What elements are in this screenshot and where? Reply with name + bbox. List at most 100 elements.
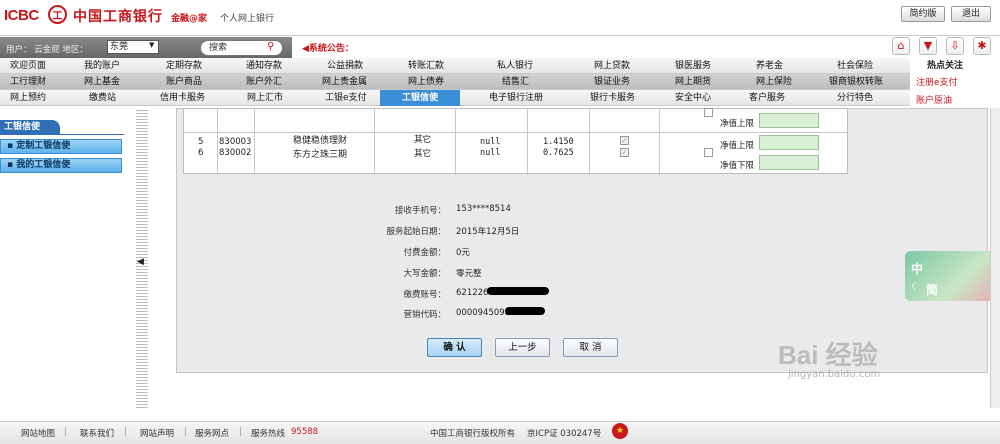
home-icon[interactable]: ⌂ [892, 37, 910, 55]
moon-icon: ☾ [911, 282, 920, 293]
nav-item[interactable]: 转账汇款 [408, 58, 444, 74]
settings-icon[interactable]: ✱ [973, 37, 991, 55]
nav-item[interactable]: 私人银行 [497, 58, 533, 74]
nav-item[interactable]: 公益捐款 [327, 58, 363, 74]
row-type: 其它 [414, 135, 432, 145]
footer-outlets[interactable]: 服务网点 [195, 427, 229, 439]
fee-cn-label: 大写金额： [403, 269, 446, 279]
tab-active[interactable]: 工银信使 [380, 90, 460, 106]
nav-item[interactable]: 银行卡服务 [590, 90, 635, 106]
sidebar-item-custom[interactable]: ▪ 定制工银信使 [0, 139, 122, 154]
nav-item[interactable]: 我的账户 [84, 58, 120, 74]
nav-item[interactable]: 银医服务 [675, 58, 711, 74]
row-price: 0.7625 [543, 148, 574, 158]
start-date-value: 2015年12月5日 [456, 227, 520, 237]
row-checkbox[interactable]: ✓ [620, 136, 629, 145]
nav-item[interactable]: 账户商品 [166, 74, 202, 90]
nav-item[interactable]: 工行理财 [10, 74, 46, 90]
nav-item[interactable]: 社会保险 [837, 58, 873, 74]
download-icon[interactable]: ⇩ [946, 37, 964, 55]
chevron-down-icon: ▼ [149, 41, 155, 49]
cancel-button[interactable]: 取 消 [563, 338, 618, 357]
hot-link-oil[interactable]: 账户原油 [916, 93, 952, 106]
search-icon[interactable]: ⚲ [267, 41, 274, 52]
exit-button[interactable]: 退出 [951, 6, 991, 22]
phone-value: 153****8514 [456, 204, 511, 214]
marketing-label: 营销代码： [403, 310, 446, 320]
hot-link-epay[interactable]: 注册e支付 [916, 75, 958, 88]
row-no: 5 [198, 137, 204, 147]
nav-item[interactable]: 定期存款 [166, 58, 202, 74]
nav-item[interactable]: 结售汇 [502, 74, 529, 90]
divider: | [124, 427, 127, 437]
row-name: 东方之珠三期 [293, 150, 348, 160]
nav-item[interactable]: 网上基金 [84, 74, 120, 90]
icbc-logo: ICBC [4, 7, 39, 24]
nav-item[interactable]: 网上贷款 [594, 58, 630, 74]
lower-input[interactable] [759, 155, 819, 170]
sidebar-item-label: 定制工银信使 [16, 141, 71, 151]
nav-item[interactable]: 欢迎页面 [10, 58, 46, 74]
row-no: 6 [198, 148, 204, 158]
nav-item[interactable]: 网上保险 [756, 74, 792, 90]
lower-checkbox[interactable] [704, 148, 713, 157]
nav-item[interactable]: 养老金 [756, 58, 783, 74]
sidebar-item-label: 我的工银信使 [16, 160, 71, 170]
floating-widget[interactable]: 中 简 ☾ [905, 251, 1000, 301]
nav-item[interactable]: 电子银行注册 [489, 90, 543, 106]
footer-contact[interactable]: 联系我们 [80, 427, 114, 439]
nav-row-1: 欢迎页面 我的账户 定期存款 通知存款 公益捐款 转账汇款 私人银行 网上贷款 … [0, 58, 910, 74]
upper-input[interactable] [759, 135, 819, 150]
police-badge-icon[interactable]: ★ [612, 423, 628, 439]
page-subtitle: 个人网上银行 [220, 14, 275, 24]
footer-hotline: 95588 [291, 427, 319, 437]
widget-zh[interactable]: 中 [911, 260, 923, 277]
nav-item[interactable]: 网上期货 [675, 74, 711, 90]
collapse-arrow-icon[interactable]: ◀ [137, 257, 144, 267]
nav-item[interactable]: 分行特色 [837, 90, 873, 106]
account-label: 缴费账号： [403, 290, 446, 300]
system-announcement[interactable]: ◀系统公告： [302, 41, 354, 54]
nav-item[interactable]: 账户外汇 [246, 74, 282, 90]
fee-value: 0元 [456, 248, 470, 258]
nav-item[interactable]: 网上汇市 [247, 90, 283, 106]
nav-item[interactable]: 网上贵金属 [322, 74, 367, 90]
row-code: 830003 [219, 137, 252, 147]
nav-item[interactable]: 银商银权转账 [829, 74, 883, 90]
divider: | [184, 427, 187, 437]
nav-item[interactable]: 安全中心 [675, 90, 711, 106]
row-value: null [480, 137, 501, 147]
confirm-button[interactable]: 确 认 [427, 338, 482, 357]
footer-statement[interactable]: 网站声明 [140, 427, 174, 439]
upper-checkbox[interactable] [704, 108, 713, 117]
nav-row-3: 网上预约 缴费站 信用卡服务 网上汇市 工银e支付 工银信使 电子银行注册 银行… [0, 90, 910, 106]
nav-item[interactable]: 工银e支付 [325, 90, 367, 106]
nav-item[interactable]: 缴费站 [89, 90, 116, 106]
fee-label: 付费金额： [403, 248, 446, 258]
cart-icon[interactable]: ▼ [919, 37, 937, 55]
nav-item[interactable]: 网上债券 [408, 74, 444, 90]
back-button[interactable]: 上一步 [495, 338, 550, 357]
row-checkbox[interactable]: ✓ [620, 148, 629, 157]
nav-item[interactable]: 网上预约 [10, 90, 46, 106]
hot-title: 热点关注 [927, 61, 964, 71]
nav-item[interactable]: 客户服务 [749, 90, 785, 106]
footer-sitemap[interactable]: 网站地图 [21, 427, 55, 439]
footer-copyright: 中国工商银行版权所有 [430, 429, 516, 439]
divider: | [239, 427, 242, 437]
nav-row-2: 工行理财 网上基金 账户商品 账户外汇 网上贵金属 网上债券 结售汇 银证业务 … [0, 74, 910, 90]
footer-hotline-label: 服务热线 [251, 429, 286, 439]
sidebar-item-mine[interactable]: ▪ 我的工银信使 [0, 158, 122, 173]
footer: 网站地图 | 联系我们 | 网站声明 | 服务网点 | 服务热线 95588 中… [0, 421, 1000, 444]
footer-icp: 京ICP证 030247号 [527, 429, 602, 439]
slogan: 金融@家 [171, 14, 208, 24]
user-info: 用户： 云金屁 地区： [6, 45, 88, 55]
simple-version-button[interactable]: 简约版 [901, 6, 945, 22]
upper-input[interactable] [759, 113, 819, 128]
nav-item[interactable]: 信用卡服务 [160, 90, 205, 106]
nav-item[interactable]: 银证业务 [594, 74, 630, 90]
vertical-scrollbar[interactable] [990, 108, 1000, 408]
widget-simple[interactable]: 简 [926, 281, 938, 298]
icbc-seal-icon: 工 [48, 5, 67, 24]
nav-item[interactable]: 通知存款 [246, 58, 282, 74]
